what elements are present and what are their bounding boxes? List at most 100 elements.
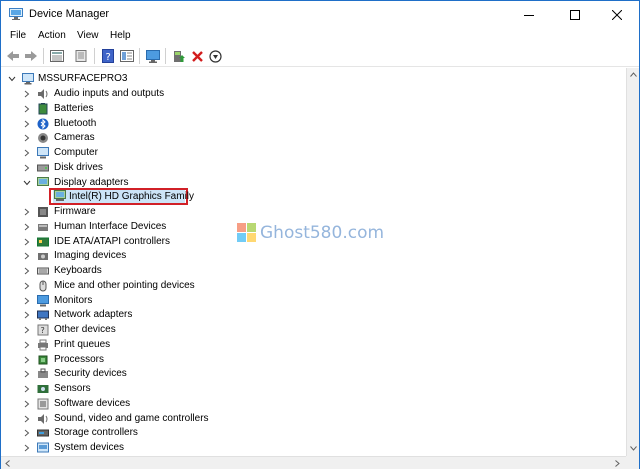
chevron-right-icon[interactable] (22, 87, 32, 101)
tree-category-security-devices[interactable]: Security devices (1, 367, 401, 381)
tree-category-label: IDE ATA/ATAPI controllers (54, 235, 170, 247)
toolbar-separator (43, 48, 44, 64)
display-adapter-icon (54, 190, 66, 201)
chevron-right-icon[interactable] (22, 102, 32, 116)
maximize-button[interactable] (553, 1, 597, 28)
chevron-right-icon[interactable] (22, 426, 32, 440)
menu-help[interactable]: Help (110, 30, 131, 41)
chevron-right-icon[interactable] (22, 264, 32, 278)
tree-category-label: Storage controllers (54, 427, 138, 439)
tree-category-monitors[interactable]: Monitors (1, 294, 401, 308)
menu-bar: File Action View Help (1, 28, 639, 45)
chevron-right-icon[interactable] (22, 353, 32, 367)
tree-category-software-devices[interactable]: Software devices (1, 397, 401, 411)
chevron-down-icon[interactable] (22, 176, 32, 190)
monitor-button[interactable] (144, 47, 162, 65)
tree-category-label: Security devices (54, 368, 127, 380)
properties-grid-icon (50, 50, 64, 62)
chevron-right-icon[interactable] (22, 367, 32, 381)
maximize-icon (570, 9, 580, 20)
tree-category-print-queues[interactable]: Print queues (1, 338, 401, 352)
close-button[interactable] (595, 1, 639, 28)
tree-category-label: Sensors (54, 383, 91, 394)
tree-category-firmware[interactable]: Firmware (1, 205, 401, 219)
chevron-right-icon[interactable] (22, 235, 32, 249)
chevron-down-icon[interactable] (7, 72, 17, 86)
tree-category-sensors[interactable]: Sensors (1, 382, 401, 396)
chevron-right-icon[interactable] (22, 220, 32, 234)
scroll-right-icon[interactable] (615, 460, 620, 467)
chevron-right-icon[interactable] (22, 412, 32, 426)
tree-category-imaging-devices[interactable]: Imaging devices (1, 249, 401, 263)
scroll-up-icon[interactable] (630, 72, 637, 77)
processor-icon (38, 355, 48, 364)
chevron-right-icon[interactable] (22, 441, 32, 455)
chevron-right-icon[interactable] (22, 117, 32, 131)
disable-button[interactable] (206, 47, 224, 65)
chevron-right-icon[interactable] (22, 323, 32, 337)
chevron-right-icon[interactable] (22, 146, 32, 160)
tree-category-label: Audio inputs and outputs (54, 88, 165, 99)
tree-category-label: Batteries (54, 102, 94, 114)
vertical-scrollbar[interactable] (626, 68, 639, 456)
update-driver-button[interactable] (170, 47, 188, 65)
tree-category-mice-and-other-pointing-devices[interactable]: Mice and other pointing devices (1, 279, 401, 293)
tree-category-processors[interactable]: Processors (1, 353, 401, 367)
help-button[interactable]: ? (99, 47, 117, 65)
tree-category-label: Human Interface Devices (54, 220, 167, 232)
uninstall-button[interactable] (188, 47, 206, 65)
speaker-icon (38, 89, 48, 99)
minimize-button[interactable] (507, 1, 551, 28)
uninstall-icon (191, 50, 203, 62)
tree-category-label: Bluetooth (54, 117, 97, 129)
tree-category-bluetooth[interactable]: Bluetooth (1, 117, 401, 131)
chevron-right-icon[interactable] (22, 397, 32, 411)
tree-category-storage-controllers[interactable]: Storage controllers (1, 426, 401, 440)
mouse-icon (39, 280, 47, 292)
back-button[interactable] (4, 47, 22, 65)
tree-category-label: Keyboards (54, 265, 102, 276)
tree-category-keyboards[interactable]: Keyboards (1, 264, 401, 278)
chevron-right-icon[interactable] (22, 279, 32, 293)
update-driver-icon (173, 50, 185, 62)
tree-category-label: Computer (54, 147, 98, 158)
back-arrow-icon (7, 51, 19, 61)
chevron-right-icon[interactable] (22, 294, 32, 308)
chevron-right-icon[interactable] (22, 205, 32, 219)
scroll-down-icon[interactable] (630, 446, 637, 451)
tree-category-audio-inputs-and-outputs[interactable]: Audio inputs and outputs (1, 87, 401, 101)
chevron-right-icon[interactable] (22, 249, 32, 263)
title-bar[interactable]: Device Manager (1, 1, 639, 28)
tree-category-computer[interactable]: Computer (1, 146, 401, 160)
menu-file[interactable]: File (10, 30, 26, 41)
tree-category-other-devices[interactable]: ? Other devices (1, 323, 401, 337)
tree-category-batteries[interactable]: Batteries (1, 102, 401, 116)
forward-button[interactable] (22, 47, 40, 65)
menu-view[interactable]: View (77, 30, 99, 41)
tree-category-disk-drives[interactable]: Disk drives (1, 161, 401, 175)
tree-category-network-adapters[interactable]: Network adapters (1, 308, 401, 322)
tree-category-label: Display adapters (54, 176, 129, 188)
keyboard-icon (37, 267, 49, 275)
tree-category-system-devices[interactable]: System devices (1, 441, 401, 455)
chevron-right-icon[interactable] (22, 338, 32, 352)
toolbar-separator (139, 48, 140, 64)
scroll-left-icon[interactable] (5, 460, 10, 467)
minimize-icon (524, 14, 534, 16)
sound-icon (38, 413, 48, 424)
chevron-right-icon[interactable] (22, 131, 32, 145)
chevron-right-icon[interactable] (22, 161, 32, 175)
device-intel-graphics[interactable]: Intel(R) HD Graphics Family (53, 190, 194, 204)
tree-root-node[interactable]: MSSURFACEPRO3 (1, 72, 301, 86)
scan-button[interactable] (72, 47, 90, 65)
chevron-right-icon[interactable] (22, 382, 32, 396)
chevron-right-icon[interactable] (22, 308, 32, 322)
tree-category-cameras[interactable]: Cameras (1, 131, 401, 145)
horizontal-scrollbar[interactable] (1, 456, 626, 469)
tree-category-label: Firmware (54, 206, 96, 217)
view-button[interactable] (118, 47, 136, 65)
properties-grid-button[interactable] (48, 47, 66, 65)
tree-category-sound-video-and-game-controllers[interactable]: Sound, video and game controllers (1, 412, 401, 426)
menu-action[interactable]: Action (38, 30, 66, 41)
monitor-icon (37, 294, 49, 306)
